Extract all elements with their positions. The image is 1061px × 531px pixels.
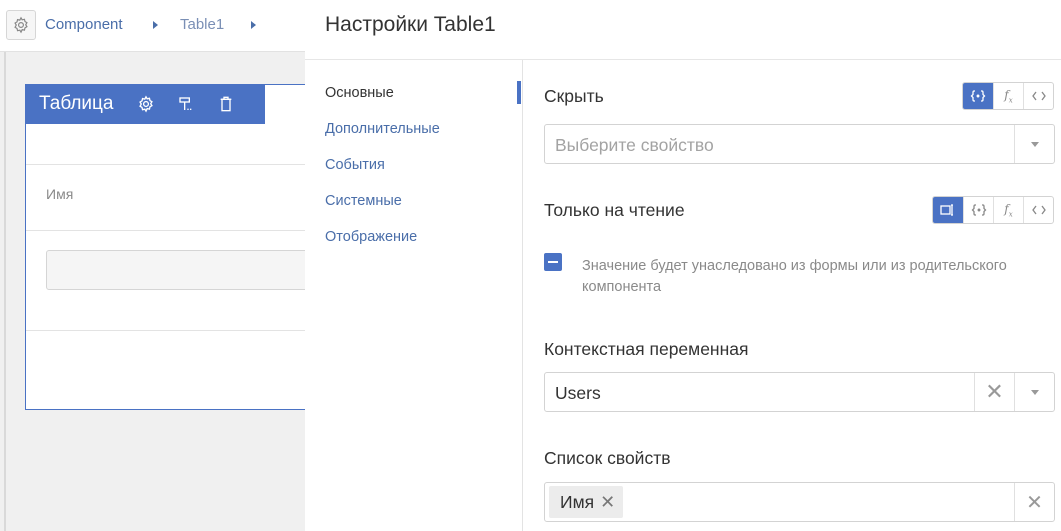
properties-label: Список свойств <box>544 448 671 468</box>
code-mode-button[interactable] <box>1023 197 1053 223</box>
nav-item-events[interactable]: События <box>325 156 440 192</box>
binding-mode-button[interactable] <box>963 83 993 109</box>
formula-mode-button[interactable]: fx <box>993 197 1023 223</box>
breadcrumb-table1[interactable]: Table1 <box>180 16 224 33</box>
settings-nav: Основные Дополнительные События Системны… <box>325 84 440 264</box>
column-label: Имя <box>46 186 74 202</box>
braces-icon <box>971 204 986 216</box>
readonly-hint: Значение будет унаследовано из формы или… <box>582 258 1007 295</box>
divider <box>522 60 523 531</box>
hide-mode-switch: fx <box>962 82 1054 110</box>
code-mode-button[interactable] <box>1023 83 1053 109</box>
hide-property-placeholder: Выберите свойство <box>555 135 714 155</box>
settings-gear-button[interactable] <box>6 10 36 40</box>
chevron-down-icon[interactable] <box>1014 125 1054 163</box>
table-title: Таблица <box>39 93 114 114</box>
table-component-canvas[interactable] <box>25 84 315 410</box>
nav-item-basic[interactable]: Основные <box>325 84 440 120</box>
fx-icon: fx <box>1004 201 1013 219</box>
hide-label: Скрыть <box>544 86 604 106</box>
divider <box>4 52 6 531</box>
clear-all-button[interactable] <box>1014 483 1054 521</box>
divider <box>305 59 1061 60</box>
readonly-checkbox[interactable] <box>544 253 562 271</box>
formula-mode-button[interactable]: fx <box>993 83 1023 109</box>
close-icon[interactable]: ✕ <box>600 492 615 513</box>
breadcrumb-component[interactable]: Component <box>45 16 123 33</box>
code-icon <box>1031 205 1046 215</box>
context-variable-label: Контекстная переменная <box>544 339 749 359</box>
trash-icon[interactable] <box>216 94 236 114</box>
chevron-down-icon[interactable] <box>1014 373 1054 411</box>
editor-topbar: Component Table1 <box>0 0 305 52</box>
braces-icon <box>970 90 986 102</box>
gear-icon <box>14 16 28 34</box>
modal-title: Настройки Table1 <box>325 13 496 36</box>
table-row-divider <box>26 164 306 165</box>
context-variable-select[interactable]: Users ✕ <box>544 372 1055 412</box>
gear-icon[interactable] <box>136 94 156 114</box>
column-input-placeholder <box>46 250 308 290</box>
property-tag-label: Имя <box>560 491 595 512</box>
toggle-mode-button[interactable] <box>933 197 963 223</box>
fx-icon: fx <box>1004 87 1013 105</box>
toggle-icon <box>940 204 953 216</box>
property-tag: Имя ✕ <box>549 486 624 518</box>
active-nav-marker <box>517 81 521 104</box>
table-component-header[interactable]: Таблица <box>25 84 265 124</box>
breadcrumb-arrow-icon <box>153 21 158 29</box>
context-variable-value: Users <box>555 383 601 403</box>
close-icon[interactable]: ✕ <box>974 373 1014 411</box>
settings-modal: Настройки Table1 Основные Дополнительные… <box>305 0 1061 531</box>
table-row-divider <box>26 330 306 331</box>
readonly-label: Только на чтение <box>544 200 685 220</box>
properties-multiselect[interactable]: Имя ✕ <box>544 482 1055 522</box>
binding-mode-button[interactable] <box>963 197 993 223</box>
format-paint-icon[interactable] <box>176 94 196 114</box>
code-icon <box>1031 91 1046 101</box>
readonly-mode-switch: fx <box>932 196 1054 224</box>
nav-item-system[interactable]: Системные <box>325 192 440 228</box>
nav-item-display[interactable]: Отображение <box>325 228 440 264</box>
hide-property-select[interactable]: Выберите свойство <box>544 124 1055 164</box>
nav-item-additional[interactable]: Дополнительные <box>325 120 440 156</box>
breadcrumb-arrow-icon <box>251 21 256 29</box>
table-row-divider <box>26 230 306 231</box>
